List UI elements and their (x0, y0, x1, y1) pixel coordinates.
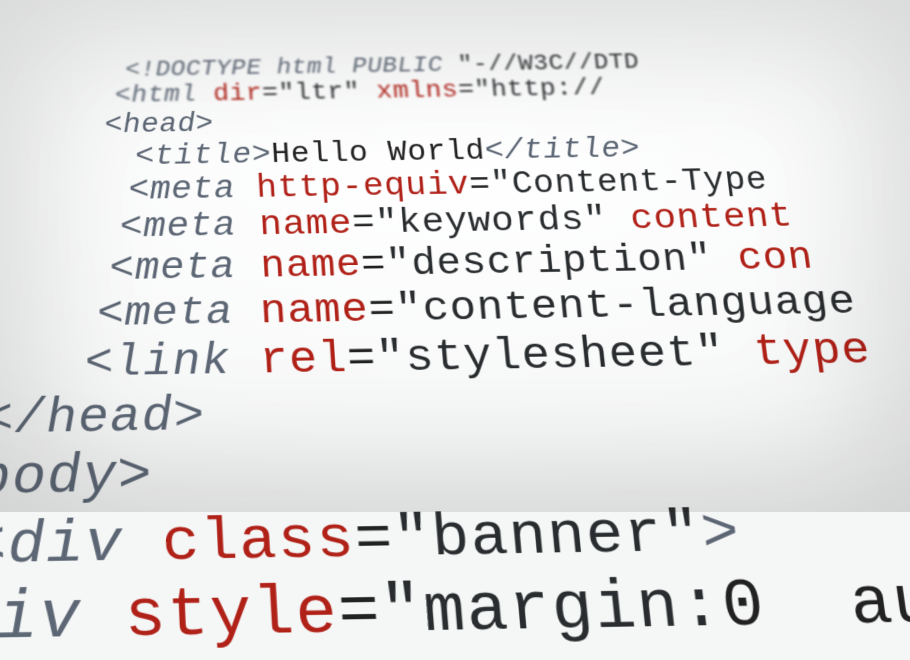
name-attr: name (258, 204, 353, 245)
style-attr: style (123, 576, 341, 657)
title-text: Hello World (270, 135, 486, 171)
http-equiv-attr: http-equiv (255, 167, 471, 207)
head-open-tag: <head> (104, 109, 214, 141)
meta-tag: <meta (73, 206, 260, 248)
name-attr: name (259, 243, 362, 288)
head-close-tag: </head> (0, 388, 207, 447)
title-open-tag: <title> (96, 138, 272, 173)
html-tag-open: <html (115, 81, 214, 109)
doctype-value: "-//W3C//DTD (457, 49, 641, 77)
description-value: "description" (385, 238, 716, 287)
xmlns-attr: xmlns (359, 77, 459, 105)
code-block: <!DOCTYPE html PUBLIC "-//W3C//DTD <html… (0, 34, 908, 512)
content-attr: con (710, 236, 816, 281)
class-attr: class (161, 505, 358, 578)
div-tag: <div (0, 579, 126, 660)
content-language-value: "content-language (394, 279, 859, 333)
div-tag: <div (0, 508, 163, 581)
content-attr: content (605, 197, 795, 239)
xmlns-value: "http:// (473, 75, 606, 104)
margin-auto-text: 0 au (718, 566, 910, 646)
margin-value: "margin: (378, 569, 727, 652)
body-open-tag: <body> (0, 446, 154, 511)
meta-tag: <meta (59, 245, 262, 292)
name-attr: name (259, 287, 370, 336)
type-attr: type (722, 326, 874, 379)
content-type-value: "Content-Type (489, 162, 770, 203)
keywords-value: "keywords" (374, 200, 609, 243)
title-close-tag: </title> (484, 132, 643, 167)
rel-attr: rel (258, 335, 348, 387)
dir-value: "ltr" (278, 79, 361, 107)
dir-attr: dir (213, 81, 263, 108)
meta-tag: <meta (85, 170, 257, 209)
banner-value: "banner" (391, 499, 706, 574)
meta-tag: <meta (43, 289, 262, 339)
link-tag: <link (26, 336, 261, 390)
stylesheet-value: "stylesheet" (375, 329, 729, 385)
